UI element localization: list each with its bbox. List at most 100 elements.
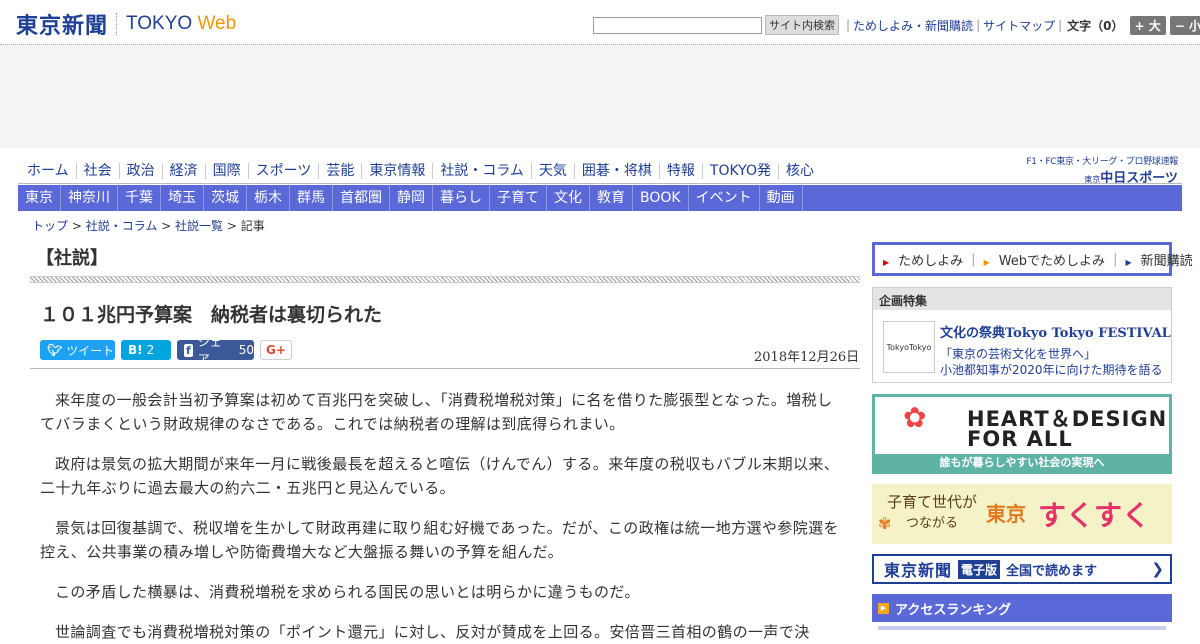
- lnav-chiba[interactable]: 千葉: [118, 185, 161, 211]
- hatena-b-icon: B!: [128, 343, 143, 357]
- trial-read-link[interactable]: ▶ ためしよみ: [875, 250, 971, 269]
- web-trial-read-link[interactable]: ▶ Webでためしよみ: [976, 250, 1114, 269]
- sukusuku-line2: つながる: [906, 516, 959, 531]
- hatch-divider: [30, 276, 860, 283]
- chunichi-sports-banner[interactable]: F1・FC東京・大リーグ・プロ野球速報 東京中日スポーツ: [1026, 154, 1178, 186]
- breadcrumb-editorial-column[interactable]: 社説・コラム: [86, 219, 158, 233]
- lnav-kanagawa[interactable]: 神奈川: [61, 185, 118, 211]
- lnav-kurashi[interactable]: 暮らし: [433, 185, 490, 211]
- ad-banner-area: [0, 45, 1200, 148]
- gnav-tokuho[interactable]: 特報: [658, 163, 702, 179]
- font-smaller-button[interactable]: − 小: [1169, 15, 1200, 35]
- facebook-share-count: 50: [238, 343, 254, 357]
- digital-edition-tag: 電子版: [958, 559, 1001, 579]
- flower-logo-icon: ✿: [903, 401, 927, 434]
- site-search-input[interactable]: [593, 16, 762, 34]
- access-ranking-header: ▶ アクセスランキング: [872, 594, 1172, 622]
- lnav-ibaraki[interactable]: 茨城: [204, 185, 247, 211]
- feature-subtitle-2[interactable]: 小池都知事が2020年に向けた期待を語る: [940, 361, 1163, 378]
- gnav-kakushin[interactable]: 核心: [777, 163, 821, 179]
- sukusuku-brand: すくすく: [1038, 499, 1151, 532]
- lnav-saitama[interactable]: 埼玉: [161, 185, 204, 211]
- utility-bar: サイト内検索 | ためしよみ・新聞購読 | サイトマップ | 文字（0） + 大…: [593, 15, 1200, 35]
- google-plus-button[interactable]: G+: [260, 340, 292, 360]
- facebook-share-label: シェア: [197, 335, 222, 366]
- heart-design-caption: 誰もが暮らしやすい社会の実現へ: [875, 454, 1169, 471]
- article-date: 2018年12月26日: [754, 350, 860, 365]
- site-logo[interactable]: 東京新聞 TOKYO Web: [16, 11, 237, 39]
- heart-design-line2: FOR ALL: [967, 427, 1073, 451]
- gnav-society[interactable]: 社会: [75, 163, 119, 179]
- feature-box: 企画特集 TokyoTokyo 文化の祭典Tokyo Tokyo FESTIVA…: [872, 287, 1172, 383]
- sukusuku-banner[interactable]: 子育て世代が つながる ✾ 東京 すくすく: [872, 484, 1172, 544]
- feature-title-link[interactable]: 文化の祭典Tokyo Tokyo FESTIVAL: [940, 322, 1171, 341]
- google-plus-icon: G+: [266, 343, 286, 357]
- ranking-tabs[interactable]: [878, 626, 1166, 630]
- access-ranking-title: アクセスランキング: [895, 602, 1011, 618]
- triangle-icon: ▶: [883, 257, 890, 267]
- site-search-button[interactable]: サイト内検索: [765, 15, 839, 35]
- lnav-kyoiku[interactable]: 教育: [590, 185, 633, 211]
- gnav-sports[interactable]: スポーツ: [247, 163, 319, 179]
- feature-thumbnail[interactable]: TokyoTokyo: [883, 321, 935, 373]
- breadcrumb-current: 記事: [240, 219, 265, 233]
- breadcrumb-top[interactable]: トップ: [32, 219, 68, 233]
- lnav-book[interactable]: BOOK: [633, 185, 689, 211]
- lnav-shutoken[interactable]: 首都圏: [333, 185, 390, 211]
- font-bigger-button[interactable]: + 大: [1129, 15, 1166, 35]
- lnav-bunka[interactable]: 文化: [547, 185, 590, 211]
- section-title: 【社説】: [36, 248, 108, 269]
- twitter-bird-icon: 🐦︎: [47, 343, 63, 357]
- lnav-gunma[interactable]: 群馬: [290, 185, 333, 211]
- sukusuku-tokyo: 東京: [986, 502, 1026, 526]
- facebook-share-button[interactable]: f シェア 50: [177, 335, 254, 366]
- heart-design-banner[interactable]: ✿ HEART＆DESIGN FOR ALL 誰もが暮らしやすい社会の実現へ: [872, 394, 1172, 474]
- gnav-divider: [18, 183, 1182, 184]
- global-nav: ホーム 社会 政治 経済 国際 スポーツ 芸能 東京情報 社説・コラム 天気 囲…: [20, 160, 821, 182]
- article-paragraph: 来年度の一般会計当初予算案は初めて百兆円を突破し、「消費税増税対策」に名を借りた…: [40, 391, 833, 433]
- breadcrumb-editorial-list[interactable]: 社説一覧: [175, 219, 223, 233]
- gnav-economy[interactable]: 経済: [161, 163, 205, 179]
- article-paragraph: 景気は回復基調で、税収増を生かして財政再建に取り組む好機であった。だが、この政権…: [40, 519, 839, 561]
- feature-subtitle-1[interactable]: 「東京の芸術文化を世界へ」: [940, 345, 1096, 362]
- article-paragraph: 世論調査でも消費税増税対策の「ポイント還元」に対し、反対が賛成を上回る。安倍晋三…: [55, 623, 810, 641]
- gnav-weather[interactable]: 天気: [530, 163, 574, 179]
- logo-sub: TOKYO Web: [126, 13, 237, 34]
- article-divider: [30, 368, 860, 369]
- sitemap-link[interactable]: サイトマップ: [983, 17, 1055, 34]
- facebook-f-icon: f: [184, 343, 193, 357]
- breadcrumb: トップ > 社説・コラム > 社説一覧 > 記事: [32, 219, 265, 233]
- gnav-home[interactable]: ホーム: [20, 163, 76, 179]
- subscribe-link[interactable]: ▶ 新聞購読: [1117, 250, 1200, 269]
- article-title: １０１兆円予算案 納税者は裏切られた: [40, 304, 383, 326]
- gnav-international[interactable]: 国際: [204, 163, 248, 179]
- chunichi-tagline: F1・FC東京・大リーグ・プロ野球速報: [1026, 157, 1178, 167]
- hatena-count: 2: [146, 343, 155, 357]
- triangle-icon: ▶: [1125, 257, 1132, 267]
- logo-divider: [116, 13, 118, 35]
- lnav-tochigi[interactable]: 栃木: [247, 185, 290, 211]
- gnav-go-shogi[interactable]: 囲碁・将棋: [573, 163, 659, 179]
- chevron-right-icon: ❯: [1151, 560, 1164, 578]
- digital-edition-text: 全国で読めます: [1006, 563, 1098, 579]
- digital-edition-banner[interactable]: 東京新聞 電子版 全国で読めます ❯: [872, 554, 1172, 584]
- subscription-links-box: ▶ ためしよみ | ▶ Webでためしよみ | ▶ 新聞購読: [872, 242, 1193, 276]
- sukusuku-line1: 子育て世代が: [887, 493, 978, 511]
- lnav-event[interactable]: イベント: [689, 185, 760, 211]
- gnav-tokyo-hatsu[interactable]: TOKYO発: [701, 163, 778, 179]
- article-paragraph: この矛盾した横暴は、消費税増税を求められる国民の思いとは明らかに違うものだ。: [55, 583, 640, 601]
- gnav-politics[interactable]: 政治: [118, 163, 162, 179]
- lnav-tokyo[interactable]: 東京: [18, 185, 61, 211]
- tweet-button[interactable]: 🐦︎ ツイート: [40, 340, 115, 360]
- lnav-shizuoka[interactable]: 静岡: [390, 185, 433, 211]
- local-nav: 東京 神奈川 千葉 埼玉 茨城 栃木 群馬 首都圏 静岡 暮らし 子育て 文化 …: [18, 185, 1182, 211]
- lnav-kosodate[interactable]: 子育て: [490, 185, 547, 211]
- hatena-bookmark-button[interactable]: B! 2: [121, 340, 171, 360]
- font-size-label: 文字（0）: [1067, 18, 1124, 33]
- ranking-arrow-icon: ▶: [878, 602, 889, 614]
- gnav-editorial-column[interactable]: 社説・コラム: [432, 163, 531, 179]
- gnav-tokyo-info[interactable]: 東京情報: [361, 163, 432, 179]
- gnav-entertainment[interactable]: 芸能: [318, 163, 361, 179]
- trial-subscribe-link[interactable]: ためしよみ・新聞購読: [853, 17, 973, 34]
- lnav-video[interactable]: 動画: [760, 185, 803, 211]
